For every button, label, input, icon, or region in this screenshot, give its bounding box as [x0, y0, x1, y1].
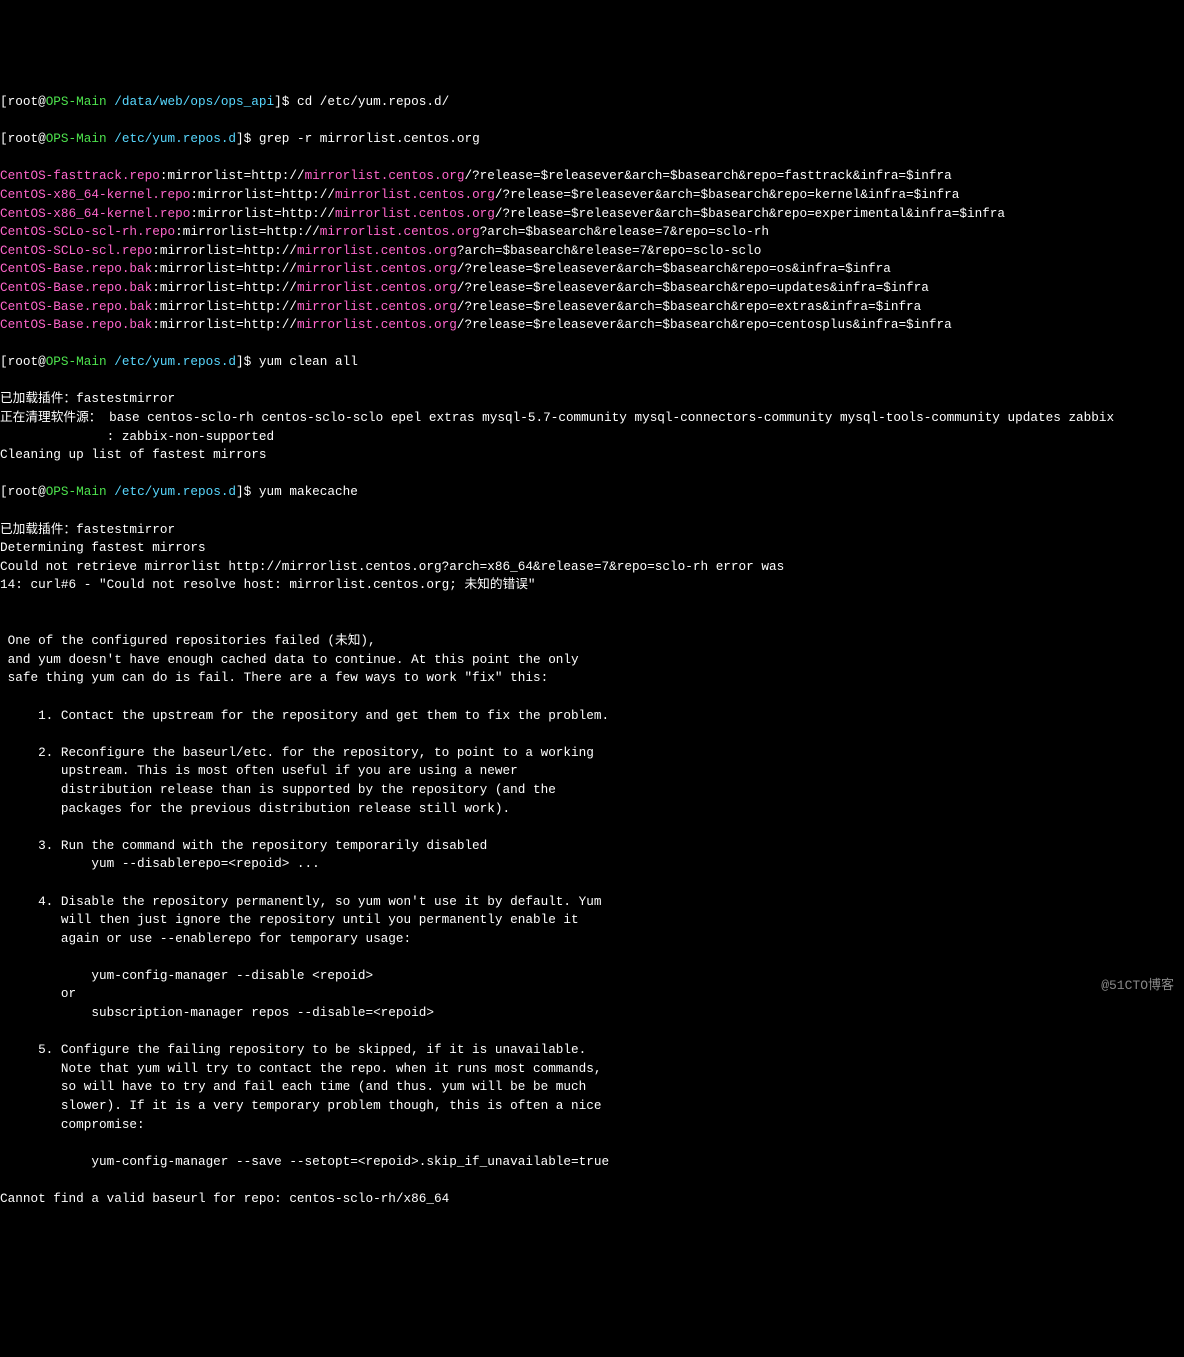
output-line: yum-config-manager --save --setopt=<repo…: [0, 1153, 1184, 1172]
output-line: [0, 874, 1184, 893]
output-line: Determining fastest mirrors: [0, 539, 1184, 558]
repo-line: CentOS-Base.repo.bak:mirrorlist=http://m…: [0, 279, 1184, 298]
grep-output: CentOS-fasttrack.repo:mirrorlist=http://…: [0, 167, 1184, 334]
output-line: 正在清理软件源： base centos-sclo-rh centos-sclo…: [0, 409, 1184, 428]
output-line: will then just ignore the repository unt…: [0, 911, 1184, 930]
output-line: 2. Reconfigure the baseurl/etc. for the …: [0, 744, 1184, 763]
yum-makecache-output: 已加载插件：fastestmirrorDetermining fastest m…: [0, 521, 1184, 1209]
output-line: 1. Contact the upstream for the reposito…: [0, 707, 1184, 726]
output-line: [0, 614, 1184, 633]
output-line: [0, 595, 1184, 614]
output-line: safe thing yum can do is fail. There are…: [0, 669, 1184, 688]
output-line: subscription-manager repos --disable=<re…: [0, 1004, 1184, 1023]
output-line: [0, 1171, 1184, 1190]
repo-line: CentOS-SCLo-scl.repo:mirrorlist=http://m…: [0, 242, 1184, 261]
output-line: again or use --enablerepo for temporary …: [0, 930, 1184, 949]
output-line: Note that yum will try to contact the re…: [0, 1060, 1184, 1079]
output-line: [0, 948, 1184, 967]
output-line: Cleaning up list of fastest mirrors: [0, 446, 1184, 465]
repo-line: CentOS-x86_64-kernel.repo:mirrorlist=htt…: [0, 186, 1184, 205]
output-line: 3. Run the command with the repository t…: [0, 837, 1184, 856]
output-line: slower). If it is a very temporary probl…: [0, 1097, 1184, 1116]
output-line: or: [0, 985, 1184, 1004]
output-line: packages for the previous distribution r…: [0, 800, 1184, 819]
repo-line: CentOS-Base.repo.bak:mirrorlist=http://m…: [0, 298, 1184, 317]
output-line: 已加载插件：fastestmirror: [0, 390, 1184, 409]
repo-line: CentOS-Base.repo.bak:mirrorlist=http://m…: [0, 260, 1184, 279]
output-line: compromise:: [0, 1116, 1184, 1135]
terminal-output: [root@OPS-Main /data/web/ops/ops_api]$ c…: [0, 74, 1184, 1227]
output-line: [0, 1134, 1184, 1153]
output-line: 14: curl#6 - "Could not resolve host: mi…: [0, 576, 1184, 595]
output-line: [0, 725, 1184, 744]
output-line: 4. Disable the repository permanently, s…: [0, 893, 1184, 912]
repo-line: CentOS-Base.repo.bak:mirrorlist=http://m…: [0, 316, 1184, 335]
output-line: upstream. This is most often useful if y…: [0, 762, 1184, 781]
yum-clean-output: 已加载插件：fastestmirror正在清理软件源： base centos-…: [0, 390, 1184, 464]
watermark: @51CTO博客: [1101, 977, 1174, 996]
output-line: : zabbix-non-supported: [0, 428, 1184, 447]
output-line: 5. Configure the failing repository to b…: [0, 1041, 1184, 1060]
output-line: Could not retrieve mirrorlist http://mir…: [0, 558, 1184, 577]
output-line: [0, 688, 1184, 707]
repo-line: CentOS-fasttrack.repo:mirrorlist=http://…: [0, 167, 1184, 186]
output-line: 已加载插件：fastestmirror: [0, 521, 1184, 540]
output-line: Cannot find a valid baseurl for repo: ce…: [0, 1190, 1184, 1209]
output-line: and yum doesn't have enough cached data …: [0, 651, 1184, 670]
repo-line: CentOS-x86_64-kernel.repo:mirrorlist=htt…: [0, 205, 1184, 224]
output-line: so will have to try and fail each time (…: [0, 1078, 1184, 1097]
repo-line: CentOS-SCLo-scl-rh.repo:mirrorlist=http:…: [0, 223, 1184, 242]
output-line: distribution release than is supported b…: [0, 781, 1184, 800]
output-line: yum --disablerepo=<repoid> ...: [0, 855, 1184, 874]
output-line: [0, 1023, 1184, 1042]
output-line: [0, 818, 1184, 837]
output-line: One of the configured repositories faile…: [0, 632, 1184, 651]
output-line: yum-config-manager --disable <repoid>: [0, 967, 1184, 986]
